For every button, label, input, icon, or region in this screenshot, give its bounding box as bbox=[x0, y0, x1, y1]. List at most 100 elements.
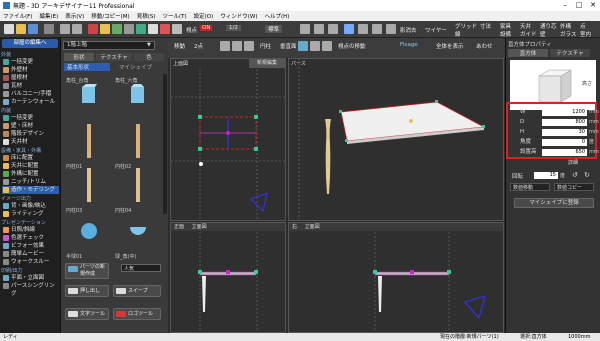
nav-perspective-print[interactable]: パースシングリング bbox=[2, 282, 59, 297]
shape-thumb[interactable]: 円柱01 bbox=[64, 122, 114, 170]
new-file-icon[interactable] bbox=[4, 24, 14, 34]
rotate-cw-icon[interactable]: ↻ bbox=[584, 171, 590, 179]
width-input[interactable]: 1200 bbox=[542, 109, 587, 116]
camera-icon[interactable] bbox=[172, 24, 182, 34]
tool-show-all[interactable]: 全体を表示 bbox=[436, 42, 464, 50]
numeric-move-select[interactable]: 数値移動 bbox=[510, 183, 550, 191]
render-icon[interactable] bbox=[160, 24, 170, 34]
top-view[interactable]: 上面図 新規編集 bbox=[170, 58, 286, 221]
nav-sunlight[interactable]: 日照/斜線 bbox=[2, 226, 59, 234]
measure-icon[interactable] bbox=[148, 24, 158, 34]
detail-link[interactable]: 詳細 bbox=[568, 159, 578, 166]
toggle-equipment[interactable]: 設備 bbox=[500, 30, 511, 38]
tab-texture[interactable]: テクスチャ bbox=[96, 53, 132, 61]
nav-walkthrough[interactable]: ウォークスルー bbox=[2, 258, 59, 266]
nav-before-effect[interactable]: ビフォー効果 bbox=[2, 242, 59, 250]
shape-thumb[interactable]: 角柱_六角 bbox=[113, 76, 163, 124]
tool-align[interactable]: あわせ bbox=[476, 42, 493, 50]
tab-color[interactable]: 色 bbox=[134, 53, 164, 61]
register-myshape-button[interactable]: マイシェイプに登録 bbox=[514, 198, 594, 208]
nav-exterior-place[interactable]: 外構に配置 bbox=[2, 170, 59, 178]
nav-roof[interactable]: 屋根材 bbox=[2, 74, 59, 82]
parts-scrollbar[interactable] bbox=[163, 74, 167, 214]
toggle-line[interactable]: 線 bbox=[455, 30, 461, 38]
chevron-down-icon[interactable]: ▼ bbox=[147, 42, 151, 48]
view-mode-toggle[interactable]: ON bbox=[200, 25, 213, 31]
rotate-input[interactable]: 15 bbox=[534, 172, 558, 179]
zoom-icon[interactable] bbox=[314, 24, 324, 34]
shadow-toggle[interactable]: 影消去 bbox=[400, 26, 417, 34]
nav-ceiling[interactable]: 天井材 bbox=[2, 138, 59, 146]
layer-icon[interactable] bbox=[136, 24, 146, 34]
numeric-copy-select[interactable]: 数値コピー bbox=[554, 183, 594, 191]
rotate-view-icon[interactable] bbox=[300, 24, 310, 34]
sun-icon[interactable] bbox=[344, 24, 354, 34]
save-icon[interactable] bbox=[28, 24, 38, 34]
axis-icon[interactable] bbox=[298, 41, 308, 51]
fit-icon[interactable] bbox=[244, 41, 254, 51]
nav-wall-floor[interactable]: 壁・床材 bbox=[2, 122, 59, 130]
install-height-input[interactable]: 650 bbox=[542, 149, 587, 156]
layout-select[interactable]: 標準 bbox=[265, 25, 283, 33]
basic-shape-tab[interactable]: 基本形状 bbox=[64, 63, 110, 71]
shape-thumb[interactable]: 円柱04 bbox=[113, 166, 163, 214]
open-folder-icon[interactable] bbox=[16, 24, 26, 34]
nav-ceiling-place[interactable]: 天井に配置 bbox=[2, 162, 59, 170]
unit-select[interactable]: 人気 bbox=[121, 264, 161, 272]
tool-fixage[interactable]: Fixage bbox=[400, 42, 418, 48]
paste-icon[interactable] bbox=[112, 24, 122, 34]
floor-select[interactable]: 1階上階 bbox=[63, 41, 155, 50]
hand-icon[interactable] bbox=[310, 41, 320, 51]
grid-icon[interactable] bbox=[124, 24, 134, 34]
zoom-out-icon[interactable] bbox=[232, 41, 242, 51]
back-to-room-edit-button[interactable]: 部屋の編集へ bbox=[2, 39, 58, 48]
person-icon[interactable] bbox=[358, 24, 368, 34]
height-input[interactable]: 30 bbox=[542, 129, 587, 136]
zoom-in-icon[interactable] bbox=[220, 41, 230, 51]
shape-thumb[interactable]: 球_角(中) bbox=[113, 212, 163, 260]
nav-balcony[interactable]: バルコニー/手摺 bbox=[2, 90, 59, 98]
cut-icon[interactable] bbox=[88, 24, 98, 34]
orbit-icon[interactable] bbox=[322, 41, 332, 51]
light-icon[interactable] bbox=[372, 24, 382, 34]
angle-input[interactable]: 0 bbox=[542, 139, 587, 146]
nav-color-check[interactable]: 色選チェック bbox=[2, 234, 59, 242]
tool-vertical-plane[interactable]: 垂直面 bbox=[280, 42, 297, 50]
new-part-button[interactable]: パーツの新規作成 bbox=[65, 263, 109, 279]
tool-cylinder[interactable]: 円柱 bbox=[260, 42, 271, 50]
shape-thumb[interactable]: 角柱_台角 bbox=[64, 76, 114, 124]
menu-move[interactable]: 移動/コピー(M) bbox=[91, 12, 129, 20]
shape-thumb[interactable]: 円柱03 bbox=[64, 166, 114, 214]
depth-input[interactable]: 800 bbox=[542, 119, 587, 126]
wireframe-toggle[interactable]: ワイヤー bbox=[425, 26, 447, 34]
toggle-axis[interactable]: 通り芯 bbox=[540, 22, 557, 30]
nav-curtain-wall[interactable]: カーテンウォール bbox=[2, 98, 59, 106]
tool-move-viewpoint[interactable]: 視点の移動 bbox=[338, 42, 366, 50]
toggle-wall[interactable]: 壁 bbox=[540, 30, 546, 38]
nav-interior-bulk[interactable]: 一括変更 bbox=[2, 114, 59, 122]
tab-property-texture[interactable]: テクスチャ bbox=[550, 49, 590, 57]
close-icon[interactable]: ✕ bbox=[586, 0, 600, 11]
extrude-button[interactable]: 押し出し bbox=[65, 285, 109, 297]
menu-tools[interactable]: ツール(T) bbox=[163, 12, 187, 20]
nav-modeling[interactable]: 造作・モデリング bbox=[2, 186, 59, 194]
nav-floor-place[interactable]: 床に配置 bbox=[2, 154, 59, 162]
maximize-icon[interactable]: □ bbox=[572, 0, 586, 11]
tool-two-point[interactable]: 2点 bbox=[194, 42, 203, 50]
toggle-ceiling[interactable]: 天井 bbox=[520, 22, 531, 30]
toggle-point[interactable]: 点 bbox=[580, 22, 586, 30]
menu-file[interactable]: ファイル(F) bbox=[3, 12, 32, 20]
perspective-view[interactable]: パース bbox=[288, 58, 504, 221]
front-view[interactable]: 正面 立面図 bbox=[170, 222, 286, 333]
toggle-glass[interactable]: ガラス bbox=[560, 30, 576, 38]
toggle-exterior[interactable]: 外構 bbox=[560, 22, 571, 30]
menu-estimate[interactable]: 見積(S) bbox=[137, 12, 156, 20]
nav-exterior-bulk[interactable]: 一括変更 bbox=[2, 58, 59, 66]
toggle-furniture[interactable]: 家具 bbox=[500, 22, 511, 30]
menu-edit[interactable]: 編集(E) bbox=[39, 12, 58, 20]
new-edit-button[interactable]: 新規編集 bbox=[249, 59, 285, 68]
nav-exterior-wall[interactable]: 外壁材 bbox=[2, 66, 59, 74]
nav-niche-trim[interactable]: ニッチ/トリム bbox=[2, 178, 59, 186]
rotate-ccw-icon[interactable]: ↺ bbox=[572, 171, 578, 179]
shape-thumb[interactable]: 円柱02 bbox=[113, 122, 163, 170]
